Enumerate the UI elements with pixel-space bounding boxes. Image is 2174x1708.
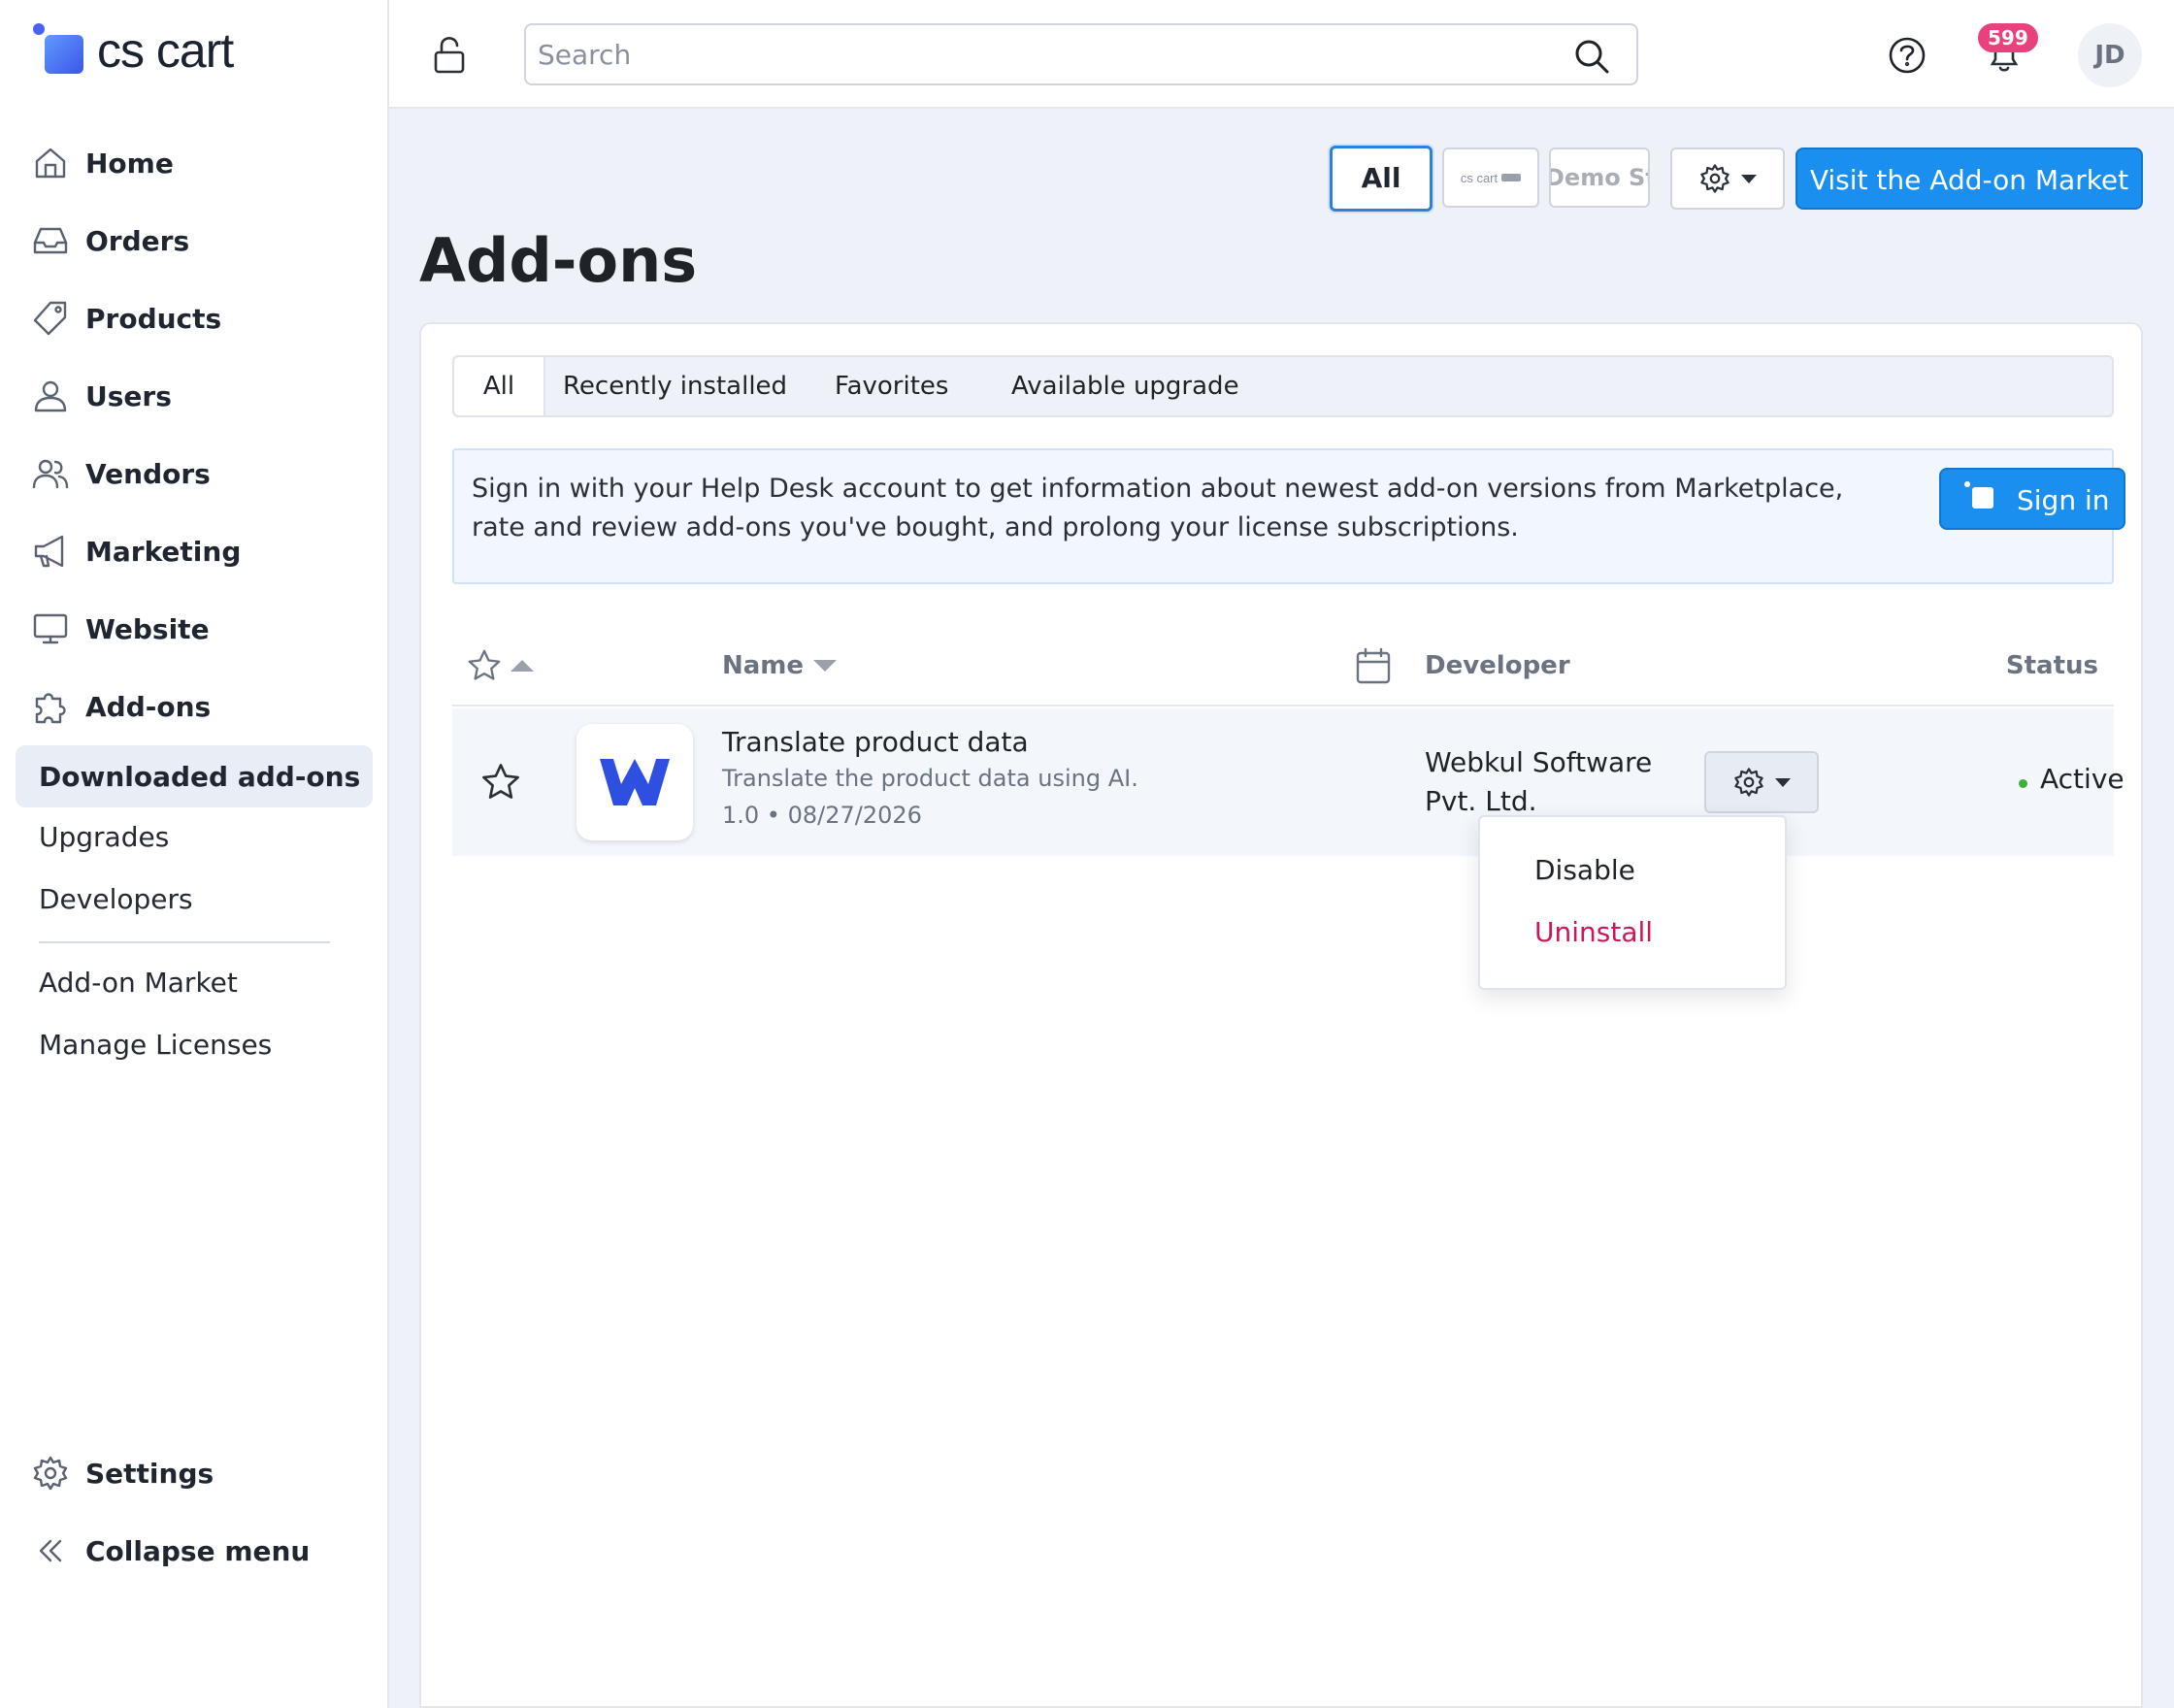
status-dot [2019,779,2027,788]
sidebar-item-label: Website [85,612,210,645]
gear-icon [1734,768,1763,797]
sidebar-subitem-addon-market[interactable]: Add-on Market [39,967,238,999]
sidebar: cs cart Home Orders Products Users Vendo… [0,0,389,1708]
gear-icon [1700,164,1729,193]
storefront-cscart-button[interactable]: cs cart [1442,148,1539,208]
user-icon [34,380,67,412]
help-icon[interactable] [1887,35,1927,76]
sidebar-item-products[interactable]: Products [31,291,221,345]
sidebar-subitem-upgrades[interactable]: Upgrades [39,821,169,853]
tab-recently-installed[interactable]: Recently installed [563,357,787,415]
disable-menu-item[interactable]: Disable [1534,854,1635,886]
megaphone-icon [34,535,64,568]
collapse-menu-button[interactable]: Collapse menu [31,1524,310,1578]
home-icon [35,148,66,179]
row-actions-button[interactable] [1704,751,1819,813]
caret-down-icon [1741,174,1757,183]
addon-description: Translate the product data using AI. [722,765,1138,792]
star-outline-icon [468,649,501,680]
name-column-header[interactable]: Name [722,625,838,706]
logo-mark-icon [33,23,83,78]
sidebar-item-label: Marketing [85,535,242,568]
caret-down-icon [1775,777,1791,787]
sidebar-item-home[interactable]: Home [31,136,174,190]
uninstall-menu-item[interactable]: Uninstall [1534,916,1653,948]
sort-up-icon [511,660,534,672]
sidebar-subitem-developers[interactable]: Developers [39,883,193,915]
collapse-menu-label: Collapse menu [85,1534,311,1567]
sidebar-item-orders[interactable]: Orders [31,214,189,268]
double-chevron-left-icon [39,1539,62,1562]
logo-text: cs cart [97,23,234,78]
sign-in-dot-icon [1964,481,1970,487]
sidebar-item-label: Users [85,379,172,412]
sidebar-divider [39,941,330,943]
settings-dropdown-button[interactable] [1670,148,1785,210]
visit-addon-market-button[interactable]: Visit the Add-on Market [1795,148,2143,210]
sidebar-subitem-downloaded-addons[interactable]: Downloaded add-ons [16,745,373,807]
top-header: 599 JD [389,0,2174,109]
avatar[interactable]: JD [2078,23,2142,87]
search-input[interactable] [538,35,1557,74]
favorite-star-icon[interactable] [479,761,522,804]
sidebar-item-marketing[interactable]: Marketing [31,524,241,578]
tab-all[interactable]: All [454,357,545,415]
tab-available-upgrade[interactable]: Available upgrade [1011,357,1239,415]
developer-column-header[interactable]: Developer [1425,625,1570,706]
status-badge[interactable]: Active [2040,763,2125,795]
status-column-header[interactable]: Status [2006,625,2098,706]
sidebar-item-settings[interactable]: Settings [31,1446,214,1500]
search-box [524,23,1638,85]
addon-developer: Webkul Software Pvt. Ltd. [1425,746,1653,817]
addons-panel: All Recently installed Favorites Availab… [419,322,2143,1708]
sidebar-item-website[interactable]: Website [31,602,210,656]
cs-cart-logo[interactable]: cs cart [33,21,234,80]
inbox-icon [33,227,68,254]
sign-in-label: Sign in [2017,484,2110,516]
storefront-all-button[interactable]: All [1330,146,1433,212]
sidebar-item-vendors[interactable]: Vendors [31,446,211,501]
addon-logo [576,724,693,840]
sidebar-item-label: Vendors [85,457,211,490]
notification-badge: 599 [1978,23,2038,52]
storefront-logo-text: cs cart [1460,170,1499,185]
tab-favorites[interactable]: Favorites [835,357,948,415]
table-header: Name Developer Status [452,625,2114,706]
users-icon [32,459,69,489]
monitor-icon [33,613,68,644]
sign-in-button[interactable]: Sign in [1939,468,2125,530]
calendar-icon[interactable] [1355,646,1392,685]
sidebar-item-label: Home [85,147,174,180]
unlock-icon[interactable] [428,33,471,76]
sign-in-logo-icon [1972,487,1993,509]
sort-down-icon [813,660,838,672]
sidebar-item-label: Add-ons [85,690,212,723]
name-column-label: Name [722,651,805,680]
gear-icon [33,1456,68,1491]
storefront-demo-button[interactable]: Demo Store [1549,148,1650,208]
tag-icon [33,301,67,336]
sidebar-item-label: Products [85,302,222,335]
table-row[interactable]: Translate product data Translate the pro… [452,708,2125,856]
addon-version-date: 1.0 • 08/27/2026 [722,802,922,829]
search-icon[interactable] [1572,37,1611,76]
notice-text: Sign in with your Help Desk account to g… [472,474,1844,542]
webkul-logo-icon [600,759,670,805]
row-actions-menu: Disable Uninstall [1478,815,1787,990]
helpdesk-notice: Sign in with your Help Desk account to g… [452,448,2125,584]
addon-name[interactable]: Translate product data [722,726,1029,758]
puzzle-icon [35,693,66,724]
addon-tabs: All Recently installed Favorites Availab… [452,355,2114,417]
sidebar-item-addons[interactable]: Add-ons [31,679,211,734]
page-title: Add-ons [419,225,698,296]
storefront-logo-tag-icon [1501,174,1522,181]
favorite-sort-header[interactable] [466,625,534,706]
sidebar-item-label: Settings [85,1457,214,1490]
sidebar-item-users[interactable]: Users [31,369,172,423]
sidebar-item-label: Orders [85,224,190,257]
sidebar-subitem-manage-licenses[interactable]: Manage Licenses [39,1029,272,1061]
